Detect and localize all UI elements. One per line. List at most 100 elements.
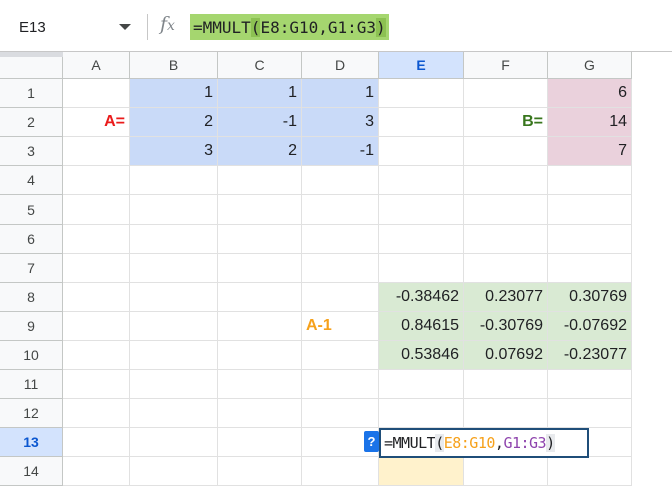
cell-f11[interactable] <box>464 370 548 399</box>
cell-d14[interactable] <box>302 457 379 486</box>
column-header-c[interactable]: C <box>218 52 302 79</box>
cell-e2[interactable] <box>379 108 464 137</box>
cell-d1[interactable]: 1 <box>302 79 379 108</box>
cell-g14[interactable] <box>548 457 632 486</box>
cell-e5[interactable] <box>379 195 464 225</box>
row-header-11[interactable]: 11 <box>0 370 63 399</box>
cell-g9[interactable]: -0.07692 <box>548 312 632 341</box>
cell-b9[interactable] <box>130 312 218 341</box>
row-header-1[interactable]: 1 <box>0 79 63 108</box>
cell-c3[interactable]: 2 <box>218 137 302 166</box>
cell-d10[interactable] <box>302 341 379 370</box>
cell-g5[interactable] <box>548 195 632 225</box>
row-header-6[interactable]: 6 <box>0 225 63 254</box>
cell-c13[interactable] <box>218 428 302 457</box>
cell-e1[interactable] <box>379 79 464 108</box>
cell-a12[interactable] <box>63 399 130 428</box>
cell-d12[interactable] <box>302 399 379 428</box>
cell-e9[interactable]: 0.84615 <box>379 312 464 341</box>
row-header-3[interactable]: 3 <box>0 137 63 166</box>
cell-b1[interactable]: 1 <box>130 79 218 108</box>
cell-b12[interactable] <box>130 399 218 428</box>
column-header-f[interactable]: F <box>464 52 548 79</box>
column-header-a[interactable]: A <box>63 52 130 79</box>
cell-f7[interactable] <box>464 254 548 283</box>
freeze-handle[interactable] <box>0 52 63 57</box>
formula-input[interactable]: =MMULT(E8:G10,G1:G3) <box>190 14 389 40</box>
cell-d3[interactable]: -1 <box>302 137 379 166</box>
cell-c11[interactable] <box>218 370 302 399</box>
cell-f2[interactable]: B= <box>464 108 548 137</box>
cell-c6[interactable] <box>218 225 302 254</box>
cell-a5[interactable] <box>63 195 130 225</box>
cell-e14[interactable] <box>379 457 464 486</box>
cell-f3[interactable] <box>464 137 548 166</box>
cell-g4[interactable] <box>548 166 632 195</box>
cell-e10[interactable]: 0.53846 <box>379 341 464 370</box>
cell-c9[interactable] <box>218 312 302 341</box>
formula-help-button[interactable]: ? <box>364 431 379 452</box>
cell-f14[interactable] <box>464 457 548 486</box>
row-header-2[interactable]: 2 <box>0 108 63 137</box>
cell-a11[interactable] <box>63 370 130 399</box>
cell-g10[interactable]: -0.23077 <box>548 341 632 370</box>
cell-g11[interactable] <box>548 370 632 399</box>
row-header-5[interactable]: 5 <box>0 195 63 225</box>
cell-f5[interactable] <box>464 195 548 225</box>
cell-d4[interactable] <box>302 166 379 195</box>
cell-a14[interactable] <box>63 457 130 486</box>
cell-b13[interactable] <box>130 428 218 457</box>
column-header-e[interactable]: E <box>379 52 464 79</box>
cell-f4[interactable] <box>464 166 548 195</box>
cell-b10[interactable] <box>130 341 218 370</box>
chevron-down-icon[interactable] <box>119 24 131 30</box>
cell-a10[interactable] <box>63 341 130 370</box>
row-header-4[interactable]: 4 <box>0 166 63 195</box>
cell-f1[interactable] <box>464 79 548 108</box>
cell-b6[interactable] <box>130 225 218 254</box>
cell-g6[interactable] <box>548 225 632 254</box>
cell-a8[interactable] <box>63 283 130 312</box>
cell-e8[interactable]: -0.38462 <box>379 283 464 312</box>
cell-g1[interactable]: 6 <box>548 79 632 108</box>
cell-editor[interactable]: =MMULT(E8:G10, G1:G3) <box>379 428 589 458</box>
column-header-d[interactable]: D <box>302 52 379 79</box>
cell-a6[interactable] <box>63 225 130 254</box>
cell-b7[interactable] <box>130 254 218 283</box>
cell-c10[interactable] <box>218 341 302 370</box>
cell-d5[interactable] <box>302 195 379 225</box>
cell-a3[interactable] <box>63 137 130 166</box>
cell-a9[interactable] <box>63 312 130 341</box>
cell-f9[interactable]: -0.30769 <box>464 312 548 341</box>
column-header-b[interactable]: B <box>130 52 218 79</box>
row-header-8[interactable]: 8 <box>0 283 63 312</box>
cell-a13[interactable] <box>63 428 130 457</box>
cell-f12[interactable] <box>464 399 548 428</box>
cell-a4[interactable] <box>63 166 130 195</box>
cell-d2[interactable]: 3 <box>302 108 379 137</box>
cell-g12[interactable] <box>548 399 632 428</box>
row-header-14[interactable]: 14 <box>0 457 63 486</box>
cell-c7[interactable] <box>218 254 302 283</box>
cell-b2[interactable]: 2 <box>130 108 218 137</box>
row-header-10[interactable]: 10 <box>0 341 63 370</box>
cell-g3[interactable]: 7 <box>548 137 632 166</box>
cell-d9[interactable]: A-1 <box>302 312 379 341</box>
cell-a2[interactable]: A= <box>63 108 130 137</box>
cell-a7[interactable] <box>63 254 130 283</box>
row-header-13[interactable]: 13 <box>0 428 63 457</box>
cell-d7[interactable] <box>302 254 379 283</box>
row-header-7[interactable]: 7 <box>0 254 63 283</box>
row-header-12[interactable]: 12 <box>0 399 63 428</box>
cell-e12[interactable] <box>379 399 464 428</box>
cell-d11[interactable] <box>302 370 379 399</box>
column-header-g[interactable]: G <box>548 52 632 79</box>
cell-e4[interactable] <box>379 166 464 195</box>
cell-c4[interactable] <box>218 166 302 195</box>
cell-c2[interactable]: -1 <box>218 108 302 137</box>
cell-b14[interactable] <box>130 457 218 486</box>
cell-d8[interactable] <box>302 283 379 312</box>
cell-f10[interactable]: 0.07692 <box>464 341 548 370</box>
cell-f6[interactable] <box>464 225 548 254</box>
cell-c14[interactable] <box>218 457 302 486</box>
